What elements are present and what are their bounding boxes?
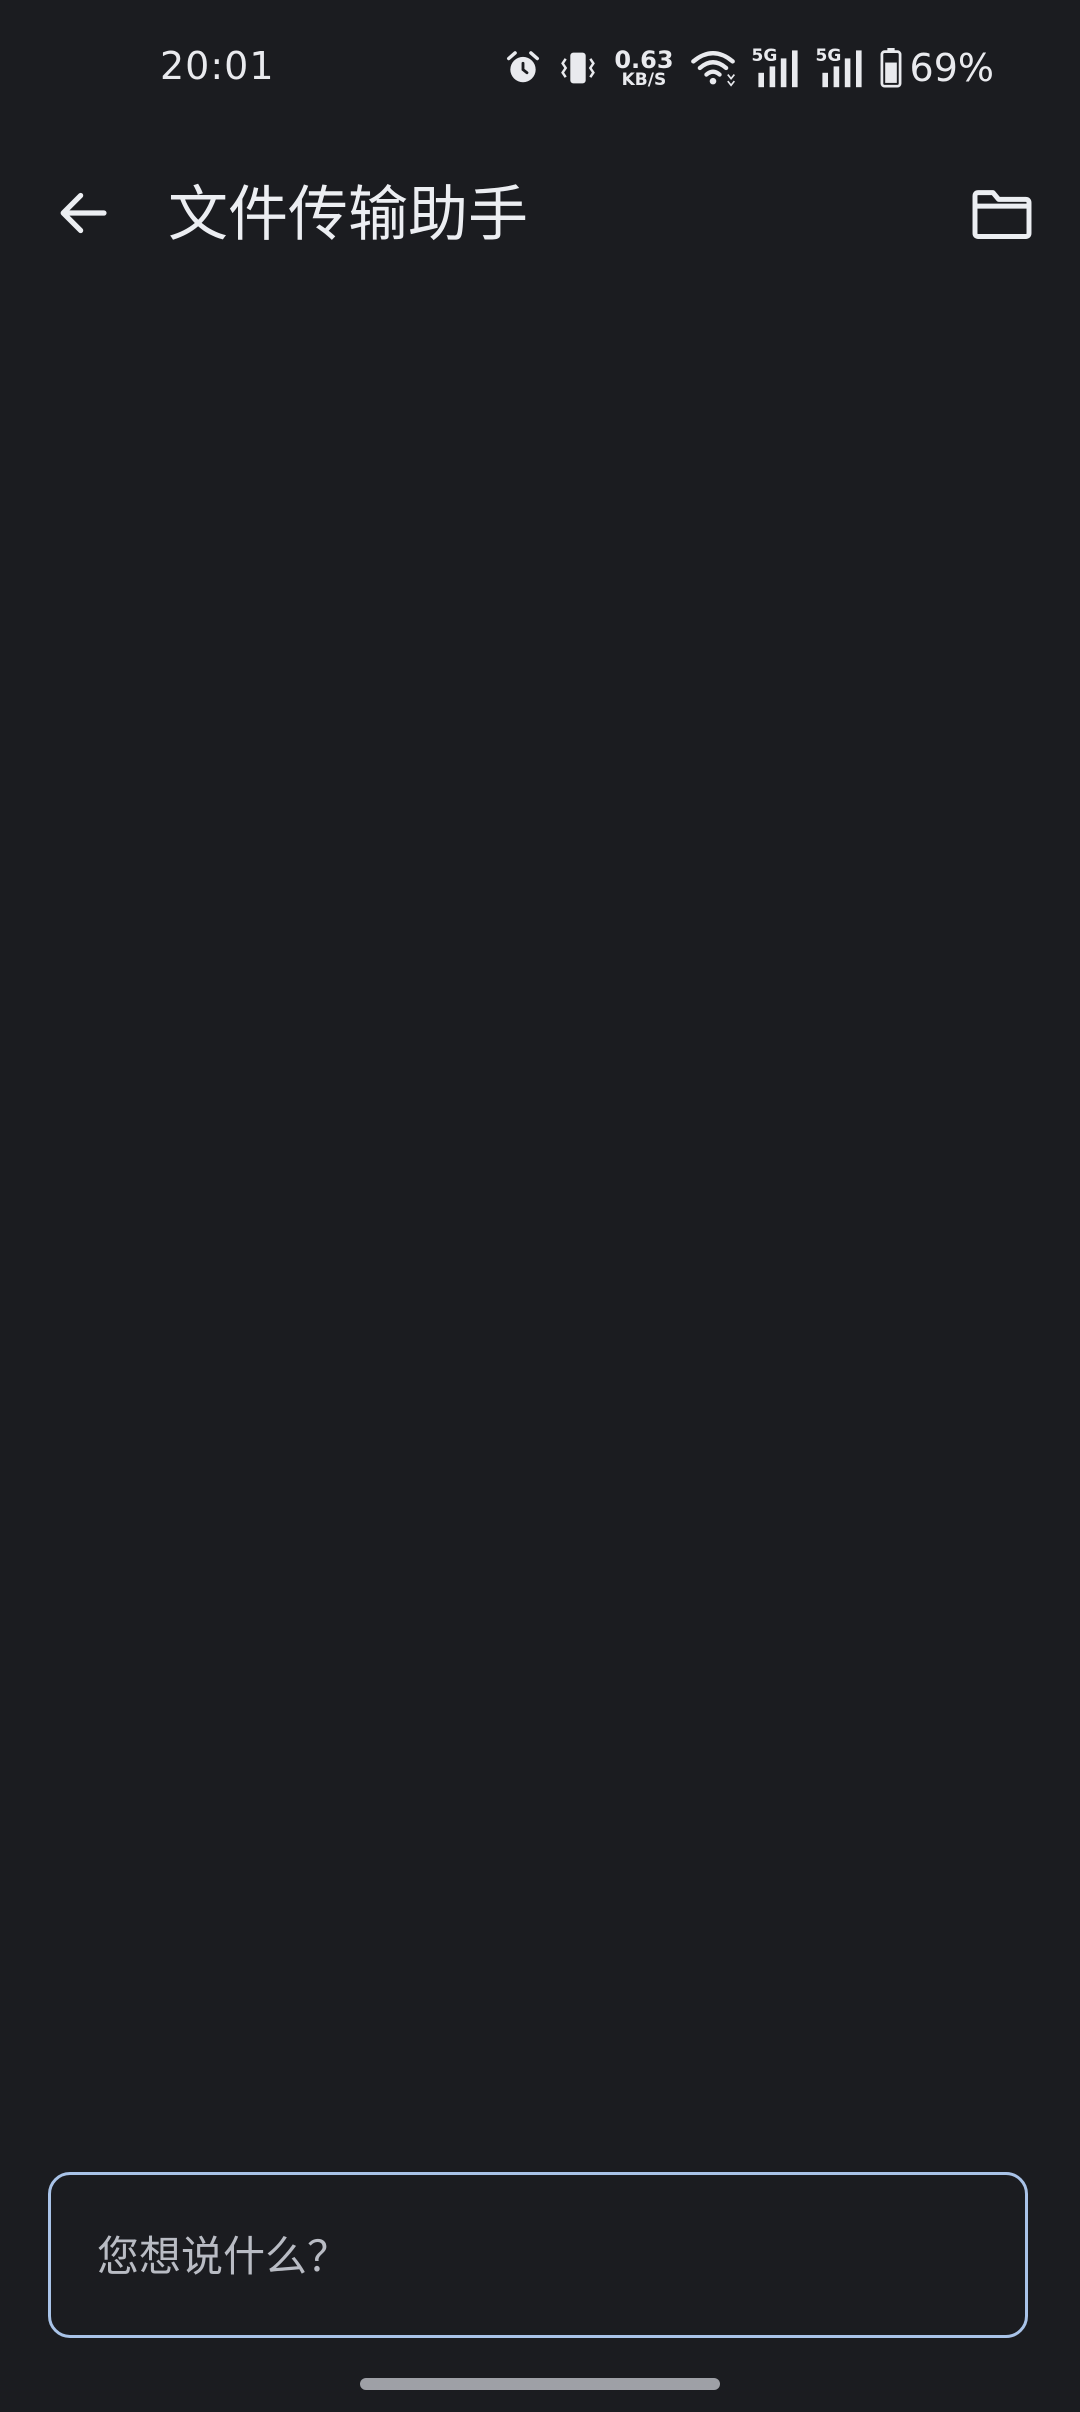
net-speed-value: 0.63 bbox=[614, 45, 674, 74]
arrow-left-icon bbox=[55, 185, 111, 245]
status-icons: 0.63 KB/S 5G 5G 69% bbox=[504, 44, 994, 92]
message-list[interactable] bbox=[0, 290, 1080, 2150]
message-input-box[interactable] bbox=[48, 2172, 1028, 2338]
vibrate-icon bbox=[558, 49, 598, 87]
page-title: 文件传输助手 bbox=[168, 180, 528, 250]
signal-icon: 5G bbox=[752, 46, 800, 88]
battery-percent: 69% bbox=[909, 46, 994, 90]
net-speed-unit: KB/S bbox=[621, 69, 667, 90]
folder-icon bbox=[970, 187, 1034, 245]
wifi-icon bbox=[690, 49, 736, 87]
status-bar: 20:01 0.63 KB/S 5G 5G 69% bbox=[0, 0, 1080, 140]
app-bar: 文件传输助手 bbox=[0, 160, 1080, 270]
battery-icon bbox=[880, 48, 902, 88]
signal-icon-2: 5G bbox=[816, 46, 864, 88]
status-time: 20:01 bbox=[160, 44, 275, 88]
folder-button[interactable] bbox=[958, 176, 1046, 256]
alarm-icon bbox=[504, 49, 542, 87]
net-speed: 0.63 KB/S bbox=[614, 48, 673, 89]
back-button[interactable] bbox=[40, 178, 126, 252]
message-input[interactable] bbox=[95, 2175, 979, 2337]
gesture-bar[interactable] bbox=[360, 2378, 720, 2390]
